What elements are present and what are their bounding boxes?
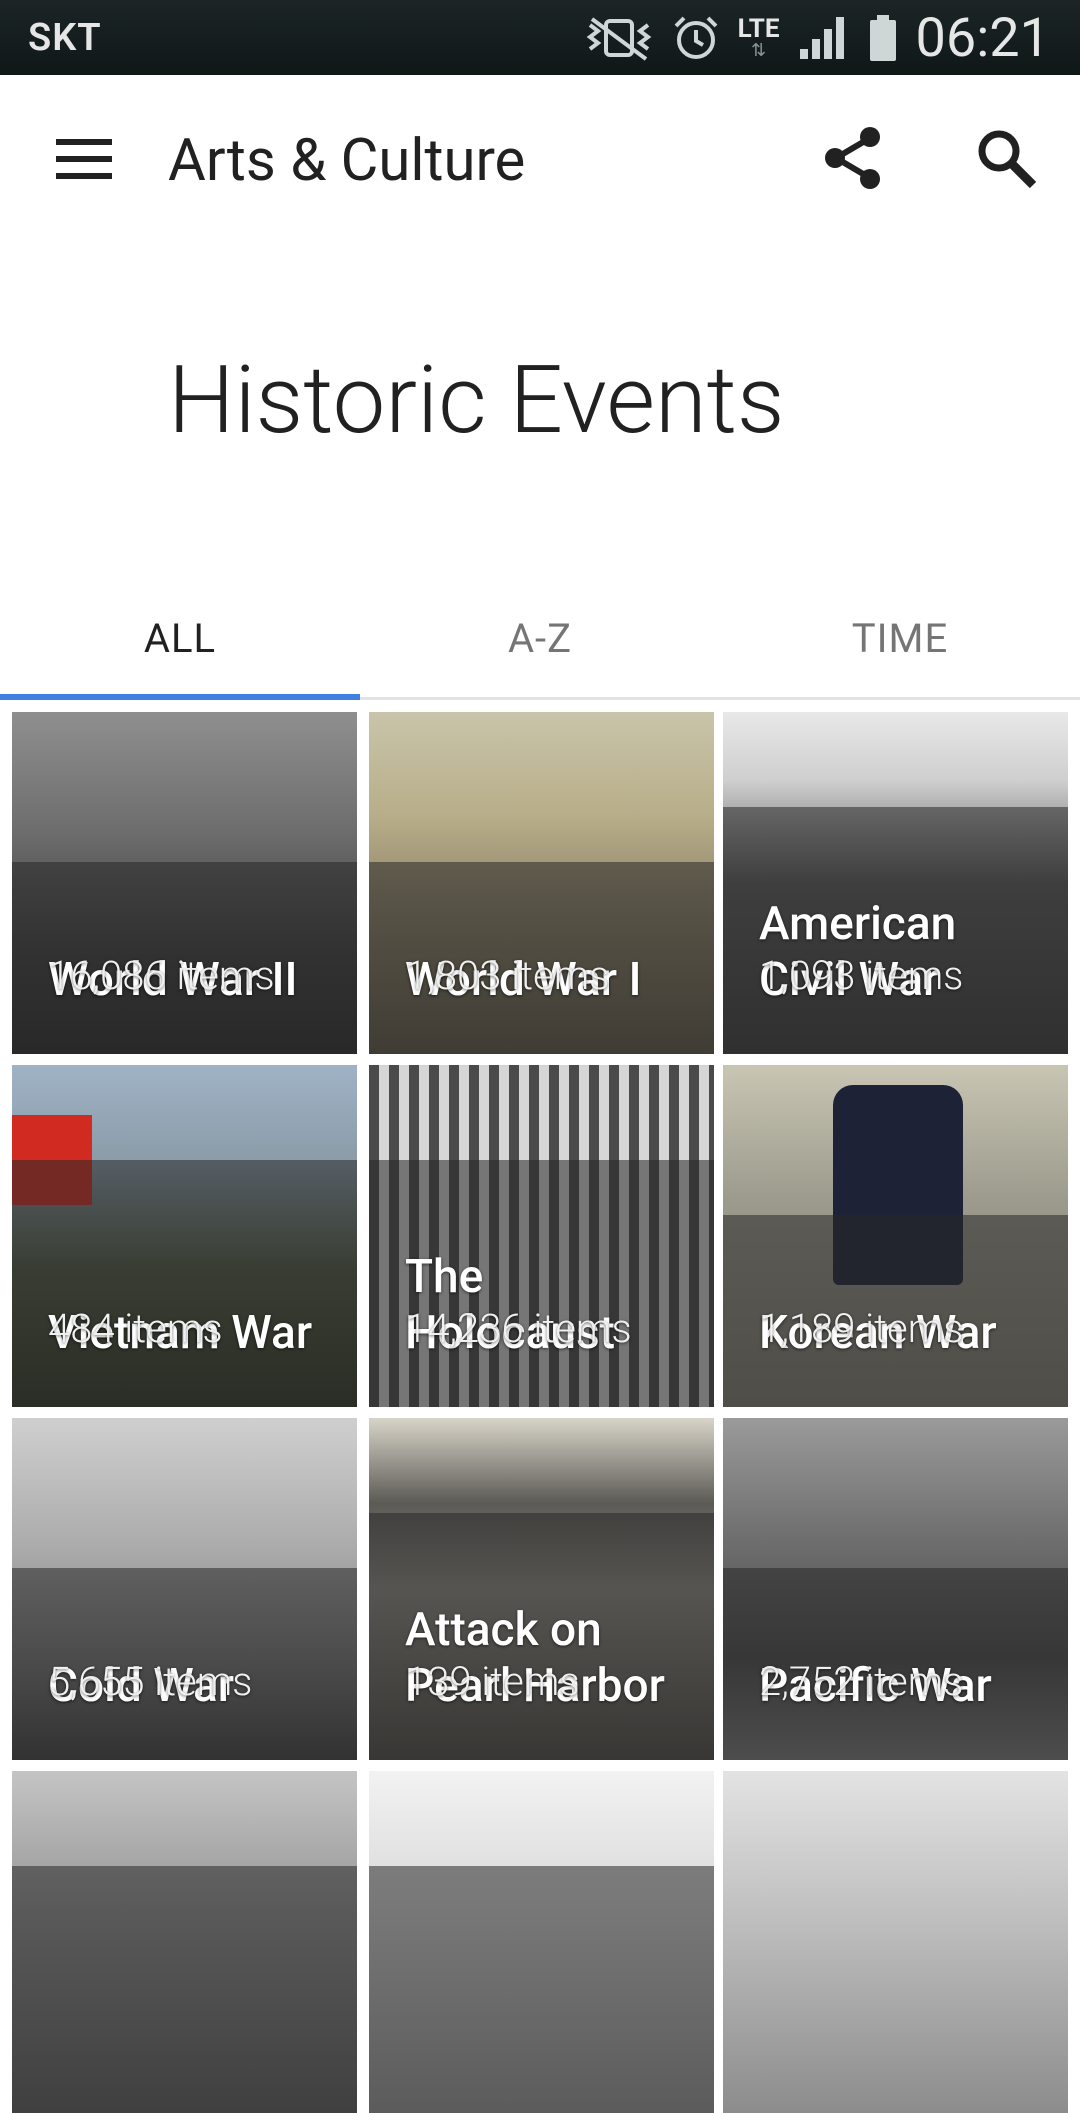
menu-icon[interactable] <box>56 137 112 181</box>
app-title: Arts & Culture <box>168 127 526 195</box>
event-count: 5,655 items <box>48 1658 253 1705</box>
event-count: 16,086 items <box>48 952 275 999</box>
event-card[interactable]: American Civil War 1,093 items <box>723 712 1068 1054</box>
status-icons: LTE ⇅ 06:21 <box>584 6 1050 70</box>
search-icon[interactable] <box>975 127 1037 189</box>
event-card[interactable] <box>723 1771 1068 2113</box>
event-count: 1,189 items <box>759 1305 964 1352</box>
carrier-label: SKT <box>28 16 102 60</box>
signal-icon <box>799 17 844 59</box>
event-card[interactable]: Pacific War 2,752 items <box>723 1418 1068 1760</box>
share-icon[interactable] <box>820 125 886 191</box>
event-card[interactable] <box>369 1771 714 2113</box>
clock: 06:21 <box>915 6 1050 70</box>
event-count: 14,236 items <box>405 1305 632 1352</box>
event-card[interactable]: Attack on Pearl Harbor 139 items <box>369 1418 714 1760</box>
event-count: 2,752 items <box>759 1658 964 1705</box>
tab-a-z[interactable]: A-Z <box>360 580 720 697</box>
app-bar: Arts & Culture <box>0 75 1080 243</box>
alarm-icon <box>674 16 718 59</box>
event-count: 1,093 items <box>759 952 964 999</box>
event-count: 1,803 items <box>405 952 610 999</box>
tab-all[interactable]: ALL <box>0 580 360 697</box>
event-image <box>723 1771 1068 2113</box>
event-card[interactable]: Korean War 1,189 items <box>723 1065 1068 1407</box>
vibrate-mute-icon <box>586 17 651 61</box>
event-card[interactable]: Cold War 5,655 items <box>12 1418 357 1760</box>
tab-indicator <box>0 694 360 700</box>
tab-bar: ALL A-Z TIME <box>0 580 1080 700</box>
event-card[interactable]: World War II 16,086 items <box>12 712 357 1054</box>
event-count: 139 items <box>405 1658 580 1705</box>
lte-icon: LTE ⇅ <box>737 14 780 61</box>
event-card[interactable]: The Holocaust 14,236 items <box>369 1065 714 1407</box>
tab-time[interactable]: TIME <box>720 580 1080 697</box>
page-title: Historic Events <box>168 345 785 455</box>
event-count: 484 items <box>48 1305 223 1352</box>
event-card[interactable]: World War I 1,803 items <box>369 712 714 1054</box>
status-bar: SKT LTE ⇅ 06:21 <box>0 0 1080 75</box>
event-card[interactable] <box>12 1771 357 2113</box>
battery-icon <box>869 15 896 61</box>
event-card[interactable]: Vietnam War 484 items <box>12 1065 357 1407</box>
